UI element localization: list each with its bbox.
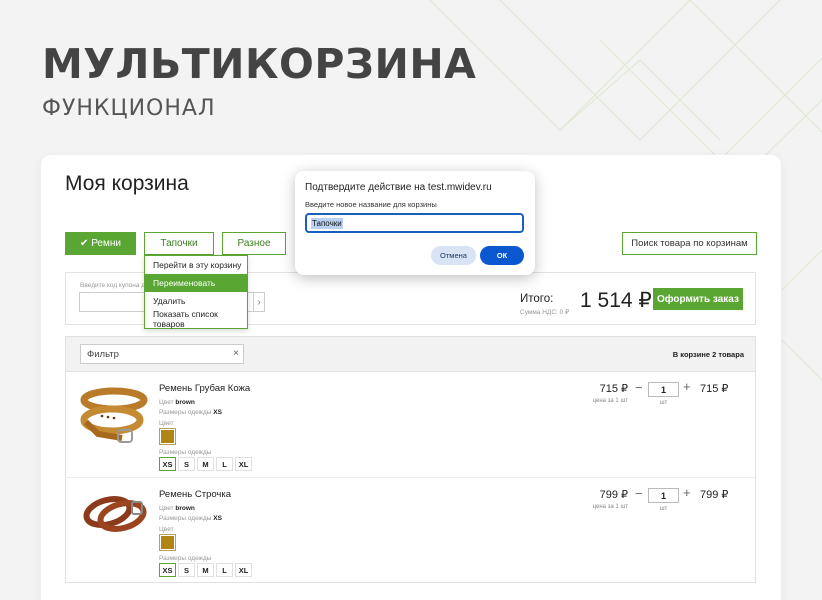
tab-context-menu: Перейти в эту корзину Переименовать Удал…: [144, 255, 248, 329]
dialog-title: Подтвердите действие на test.mwidev.ru: [305, 182, 492, 193]
coupon-submit-icon[interactable]: ›: [253, 292, 265, 312]
color-label: Цвет: [159, 399, 174, 406]
size-option-s[interactable]: S: [178, 563, 195, 577]
size-value: XS: [213, 409, 222, 416]
rename-input-value: Тапочки: [311, 217, 343, 229]
hero-subtitle: ФУНКЦИОНАЛ: [42, 96, 216, 121]
checkout-button[interactable]: Оформить заказ: [653, 288, 743, 310]
item-color: Цвет brown: [159, 399, 195, 406]
menu-item-go-to-cart[interactable]: Перейти в эту корзину: [145, 256, 247, 274]
list-item: Ремень Грубая Кожа Цвет brown Размеры од…: [66, 372, 755, 478]
dialog-prompt: Введите новое название для корзины: [305, 200, 437, 209]
belt-rough-leather-image: [80, 387, 148, 443]
tab-tapochki[interactable]: Тапочки: [144, 232, 214, 255]
clear-icon[interactable]: ×: [233, 348, 239, 359]
total-label: Итого:: [520, 293, 554, 305]
total-price: 1 514 ₽: [580, 289, 652, 312]
color-picker-label: Цвет: [159, 420, 174, 427]
increase-quantity-button[interactable]: +: [683, 485, 691, 500]
tab-raznoe[interactable]: Разное: [222, 232, 286, 255]
size-value: XS: [213, 515, 222, 522]
item-color: Цвет brown: [159, 505, 195, 512]
size-option-l[interactable]: L: [216, 563, 233, 577]
color-value: brown: [175, 505, 195, 512]
page-title: Моя корзина: [65, 172, 189, 195]
size-option-xs[interactable]: XS: [159, 563, 176, 577]
items-header: Фильтр × В корзине 2 товара: [66, 337, 755, 372]
per-unit-label: цена за 1 шт: [592, 504, 628, 510]
vat-label: Сумма НДС: 0 ₽: [520, 309, 570, 316]
size-options: XS S M L XL: [159, 457, 252, 471]
size-options: XS S M L XL: [159, 563, 252, 577]
item-price: 799 ₽: [599, 489, 628, 501]
cancel-button[interactable]: Отмена: [431, 246, 476, 265]
color-swatch[interactable]: [159, 534, 176, 551]
menu-item-delete[interactable]: Удалить: [145, 292, 247, 310]
quantity-input[interactable]: 1: [648, 488, 679, 503]
color-value: brown: [175, 399, 195, 406]
size-option-xl[interactable]: XL: [235, 457, 252, 471]
item-name: Ремень Строчка: [159, 489, 232, 500]
size-label: Размеры одежды: [159, 409, 212, 416]
item-sum: 799 ₽: [700, 489, 729, 501]
items-panel: Фильтр × В корзине 2 товара Ремень Груба…: [65, 336, 756, 583]
menu-item-show-list[interactable]: Показать список товаров: [145, 309, 247, 329]
size-label: Размеры одежды: [159, 515, 212, 522]
item-name: Ремень Грубая Кожа: [159, 383, 251, 394]
sizes-picker-label: Размеры одежды: [159, 449, 212, 456]
item-size: Размеры одежды XS: [159, 515, 222, 522]
sizes-picker-label: Размеры одежды: [159, 555, 212, 562]
unit-label: шт: [659, 506, 668, 512]
size-option-l[interactable]: L: [216, 457, 233, 471]
size-option-m[interactable]: M: [197, 457, 214, 471]
rename-dialog: Подтвердите действие на test.mwidev.ru В…: [295, 171, 535, 275]
unit-label: шт: [659, 400, 668, 406]
color-swatch[interactable]: [159, 428, 176, 445]
size-option-s[interactable]: S: [178, 457, 195, 471]
hero-title: МУЛЬТИКОРЗИНА: [42, 40, 477, 88]
items-count: В корзине 2 товара: [672, 350, 744, 359]
belt-stitched-image: [83, 496, 147, 532]
size-option-xl[interactable]: XL: [235, 563, 252, 577]
item-sum: 715 ₽: [700, 383, 729, 395]
color-picker-label: Цвет: [159, 526, 174, 533]
size-option-xs[interactable]: XS: [159, 457, 176, 471]
rename-input[interactable]: Тапочки: [305, 213, 524, 233]
increase-quantity-button[interactable]: +: [683, 379, 691, 394]
tab-remni[interactable]: ✔ Ремни: [65, 232, 136, 255]
filter-input[interactable]: Фильтр ×: [80, 344, 244, 364]
color-label: Цвет: [159, 505, 174, 512]
per-unit-label: цена за 1 шт: [592, 398, 628, 404]
item-size: Размеры одежды XS: [159, 409, 222, 416]
list-item: Ремень Строчка Цвет brown Размеры одежды…: [66, 478, 755, 584]
menu-item-rename[interactable]: Переименовать: [145, 274, 247, 292]
coupon-label: Введите код купона для: [80, 282, 144, 289]
quantity-input[interactable]: 1: [648, 382, 679, 397]
decrease-quantity-button[interactable]: −: [635, 380, 643, 395]
cart-search-input[interactable]: Поиск товара по корзинам: [622, 232, 757, 255]
filter-value: Фильтр: [87, 348, 119, 360]
decrease-quantity-button[interactable]: −: [635, 486, 643, 501]
ok-button[interactable]: ОК: [480, 246, 524, 265]
item-price: 715 ₽: [599, 383, 628, 395]
size-option-m[interactable]: M: [197, 563, 214, 577]
